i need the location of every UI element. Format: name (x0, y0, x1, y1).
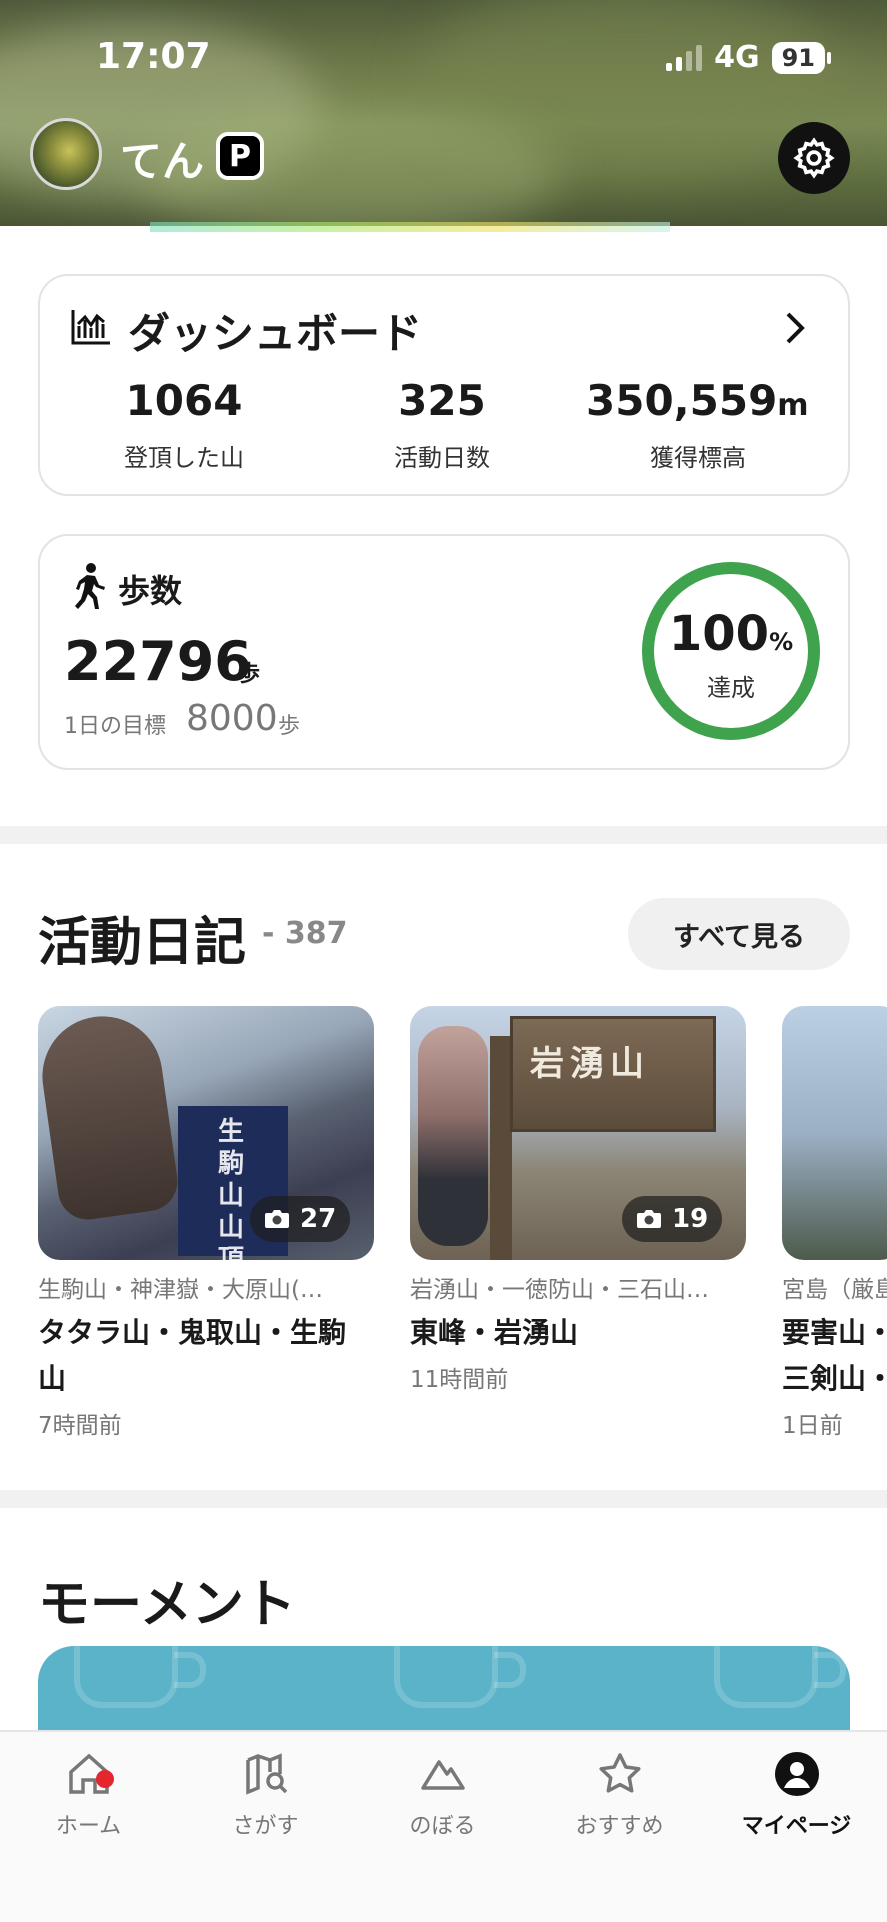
diary-time-2: 11時間前 (410, 1367, 509, 1393)
achievement-label: 達成 (707, 674, 755, 702)
see-all-button[interactable]: すべて見る (628, 898, 850, 970)
section-divider (0, 826, 887, 844)
nav-home[interactable]: ホーム (0, 1750, 177, 1860)
activity-days-label: 活動日数 (394, 444, 490, 472)
camera-icon (637, 1210, 661, 1228)
summit-count: 1064 (125, 376, 243, 425)
status-bar-right: 4G 91 (666, 40, 832, 75)
gear-icon (793, 137, 835, 179)
avatar[interactable] (30, 118, 102, 190)
steps-value: 22796 (64, 630, 252, 693)
network-type: 4G (714, 40, 760, 75)
camera-icon (265, 1210, 289, 1228)
steps-unit: 歩 (238, 662, 261, 687)
nav-home-label: ホーム (55, 1814, 122, 1839)
diary-mountains-1: 生駒山・神津嶽・大原山(… (38, 1277, 323, 1303)
bottom-nav: ホーム さがす のぼる おすすめ マイページ (0, 1730, 887, 1922)
chart-icon (71, 310, 110, 345)
photo-count-badge: 27 (250, 1196, 351, 1242)
diary-title: 活動日記 (38, 913, 247, 973)
diary-mountains-2: 岩湧山・一徳防山・三石山… (410, 1277, 709, 1303)
diary-time-3: 1日前 (782, 1413, 843, 1439)
mountain-icon (420, 1760, 465, 1790)
photo-count-badge: 19 (622, 1196, 723, 1242)
achievement-value: 100 (668, 606, 770, 662)
elevation-gain: 350,559m (586, 376, 809, 425)
diary-photo-3[interactable] (782, 1006, 887, 1260)
chevron-right-icon[interactable] (782, 310, 808, 346)
nav-climb-label: のぼる (409, 1814, 476, 1839)
username: てん (120, 137, 205, 186)
elevation-gain-label: 獲得標高 (650, 444, 746, 472)
diary-item-title-2-line1: 東峰・岩湧山 (410, 1316, 579, 1349)
goal-label: 1日の目標 (64, 714, 166, 739)
sign-text-2: 岩湧山 (530, 1044, 650, 1084)
signal-icon (666, 44, 703, 71)
diary-time-1: 7時間前 (38, 1413, 122, 1439)
steps-title: 歩数 (118, 572, 183, 610)
nav-recommend-label: おすすめ (575, 1814, 664, 1839)
achievement-percent: 100% (640, 606, 822, 662)
nav-mypage[interactable]: マイページ (708, 1750, 885, 1860)
diary-mountains-3: 宮島（厳島 (782, 1277, 887, 1303)
status-time: 17:07 (96, 36, 211, 77)
goal-value: 8000 (186, 698, 278, 739)
moment-title: モーメント (38, 1575, 296, 1635)
achievement-symbol: % (769, 628, 794, 656)
premium-badge: P (216, 132, 264, 180)
diary-count: - 387 (262, 916, 348, 951)
nav-recommend[interactable]: おすすめ (531, 1750, 708, 1860)
diary-item-title-3-line2: 三剣山・ (782, 1362, 887, 1395)
mug-icon (74, 1646, 206, 1708)
profile-header (0, 0, 887, 226)
settings-button[interactable] (778, 122, 850, 194)
diary-item-title-1-line2: 山 (38, 1362, 67, 1395)
map-search-icon (245, 1753, 287, 1795)
walking-icon (75, 563, 105, 609)
nav-climb[interactable]: のぼる (354, 1750, 531, 1860)
star-icon (598, 1753, 641, 1793)
user-icon (774, 1752, 819, 1796)
activity-days: 325 (398, 376, 486, 425)
diary-item-title-3[interactable]: 要害山・ 三剣山・ (782, 1310, 887, 1402)
notification-dot (96, 1770, 114, 1788)
sign-text-1: 生駒山 山頂 (218, 1117, 245, 1260)
nav-search-label: さがす (232, 1814, 299, 1839)
header-color-strip (150, 222, 670, 232)
photo-count: 27 (300, 1204, 337, 1234)
diary-item-title-2[interactable]: 東峰・岩湧山 (410, 1310, 750, 1356)
elevation-gain-unit: m (777, 388, 809, 423)
photo-count: 19 (672, 1204, 709, 1234)
nav-search[interactable]: さがす (177, 1750, 354, 1860)
section-divider (0, 1490, 887, 1508)
summit-count-label: 登頂した山 (124, 444, 244, 472)
dashboard-title: ダッシュボード (128, 309, 423, 358)
diary-item-title-3-line1: 要害山・ (782, 1316, 887, 1349)
elevation-gain-value: 350,559 (586, 376, 778, 425)
mug-icon (394, 1646, 526, 1708)
goal-unit: 歩 (278, 714, 301, 739)
mug-icon (714, 1646, 846, 1708)
diary-item-title-1-line1: タタラ山・鬼取山・生駒 (38, 1316, 347, 1349)
battery-icon: 91 (771, 41, 832, 74)
nav-mypage-label: マイページ (741, 1814, 852, 1839)
diary-item-title-1[interactable]: タタラ山・鬼取山・生駒 山 (38, 1310, 378, 1402)
